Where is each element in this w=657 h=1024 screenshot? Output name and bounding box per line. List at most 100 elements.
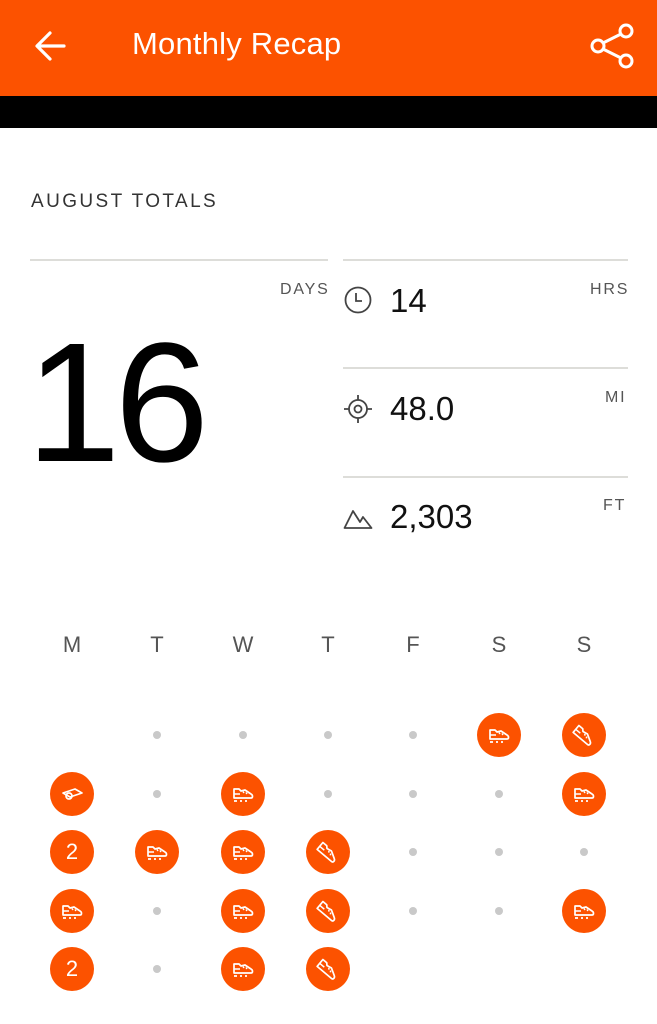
- rest-day-dot: [324, 731, 332, 739]
- calendar-day-empty: [221, 713, 265, 757]
- calendar-day-empty: [562, 830, 606, 874]
- weekday-label: F: [406, 632, 420, 657]
- weekday-label: T: [150, 632, 164, 657]
- calendar-day-empty: [391, 889, 435, 933]
- walk-shoe-icon: [574, 905, 595, 919]
- time-unit: HRS: [590, 281, 630, 298]
- calendar-day-empty: [135, 947, 179, 991]
- rest-day-dot: [153, 907, 161, 915]
- weekday-label: T: [321, 632, 335, 657]
- weekday-label: S: [491, 632, 507, 657]
- elevation-value: 2,303: [390, 498, 473, 535]
- calendar-day-empty: [135, 772, 179, 816]
- rest-day-dot: [580, 848, 588, 856]
- divider: [343, 476, 628, 478]
- rest-day-dot: [409, 907, 417, 915]
- rest-day-dot: [153, 965, 161, 973]
- distance-value: 48.0: [390, 390, 455, 427]
- activity-count-badge[interactable]: 2: [50, 830, 94, 874]
- run-activity-badge[interactable]: [306, 830, 350, 874]
- rest-day-dot: [153, 731, 161, 739]
- calendar-day-activity[interactable]: [306, 947, 350, 991]
- walk-shoe-icon: [233, 963, 254, 977]
- rest-day-dot: [153, 790, 161, 798]
- mountain-icon: [343, 510, 373, 529]
- rest-day-dot: [324, 790, 332, 798]
- calendar-day-empty: [477, 889, 521, 933]
- share-button[interactable]: [586, 20, 640, 72]
- distance-unit: MI: [605, 389, 627, 406]
- elevation-unit: FT: [603, 497, 627, 514]
- calendar-day-empty: [135, 889, 179, 933]
- calendar-day-activity[interactable]: [50, 889, 94, 933]
- rest-day-dot: [495, 790, 503, 798]
- walk-shoe-icon: [147, 846, 168, 860]
- status-band: [0, 96, 657, 128]
- walk-shoe-icon: [62, 905, 83, 919]
- walk-activity-badge[interactable]: [562, 889, 606, 933]
- walk-activity-badge[interactable]: [221, 947, 265, 991]
- calendar-day-empty: [391, 830, 435, 874]
- run-activity-badge[interactable]: [306, 889, 350, 933]
- walk-activity-badge[interactable]: [221, 830, 265, 874]
- activity-count-badge[interactable]: 2: [50, 947, 94, 991]
- calendar-day-activity[interactable]: [135, 830, 179, 874]
- calendar-day-empty: [306, 713, 350, 757]
- walk-activity-badge[interactable]: [221, 889, 265, 933]
- divider: [30, 259, 328, 261]
- divider: [343, 367, 628, 369]
- calendar-day-empty: [135, 713, 179, 757]
- rest-day-dot: [409, 790, 417, 798]
- calendar-day-empty: [306, 772, 350, 816]
- walk-shoe-icon: [233, 788, 254, 802]
- walk-activity-badge[interactable]: [477, 713, 521, 757]
- arrow-left-icon: [35, 31, 66, 61]
- rest-day-dot: [239, 731, 247, 739]
- calendar-day-activity[interactable]: [306, 830, 350, 874]
- calendar-day-activity[interactable]: 2: [50, 830, 94, 874]
- calendar-day-empty: [391, 713, 435, 757]
- calendar-day-activity[interactable]: 2: [50, 947, 94, 991]
- run-activity-badge[interactable]: [306, 947, 350, 991]
- run-shoe-icon: [572, 724, 592, 746]
- walk-activity-badge[interactable]: [50, 889, 94, 933]
- rest-day-dot: [409, 848, 417, 856]
- weekday-label: M: [62, 632, 82, 657]
- back-button[interactable]: [28, 24, 76, 68]
- weekday-label: W: [232, 632, 254, 657]
- page-title: Monthly Recap: [132, 26, 342, 61]
- walk-shoe-icon: [233, 905, 254, 919]
- rest-day-dot: [409, 731, 417, 739]
- calendar-day-activity[interactable]: [562, 772, 606, 816]
- run-shoe-icon: [316, 900, 336, 922]
- rest-day-dot: [495, 848, 503, 856]
- yoga-activity-badge[interactable]: [50, 772, 94, 816]
- walk-activity-badge[interactable]: [221, 772, 265, 816]
- calendar-day-activity[interactable]: [562, 713, 606, 757]
- walk-shoe-icon: [233, 846, 254, 860]
- walk-activity-badge[interactable]: [135, 830, 179, 874]
- walk-activity-badge[interactable]: [562, 772, 606, 816]
- calendar-day-empty: [391, 772, 435, 816]
- calendar-day-empty: [477, 830, 521, 874]
- calendar-day-activity[interactable]: [221, 889, 265, 933]
- walk-shoe-icon: [574, 788, 595, 802]
- run-shoe-icon: [316, 958, 336, 980]
- calendar-day-activity[interactable]: [306, 889, 350, 933]
- run-activity-badge[interactable]: [562, 713, 606, 757]
- calendar-day-activity[interactable]: [562, 889, 606, 933]
- calendar-day-activity[interactable]: [221, 772, 265, 816]
- section-title: AUGUST TOTALS: [31, 191, 219, 212]
- walk-shoe-icon: [489, 729, 510, 743]
- rest-day-dot: [495, 907, 503, 915]
- calendar-day-activity[interactable]: [477, 713, 521, 757]
- calendar-day-activity[interactable]: [221, 830, 265, 874]
- run-shoe-icon: [316, 841, 336, 863]
- days-total: 16: [26, 308, 209, 498]
- app-bar: Monthly Recap: [0, 0, 657, 96]
- calendar-day-activity[interactable]: [221, 947, 265, 991]
- crosshair-icon: [344, 395, 372, 423]
- calendar-day-activity[interactable]: [50, 772, 94, 816]
- days-unit: DAYS: [280, 281, 330, 298]
- share-icon: [590, 23, 634, 69]
